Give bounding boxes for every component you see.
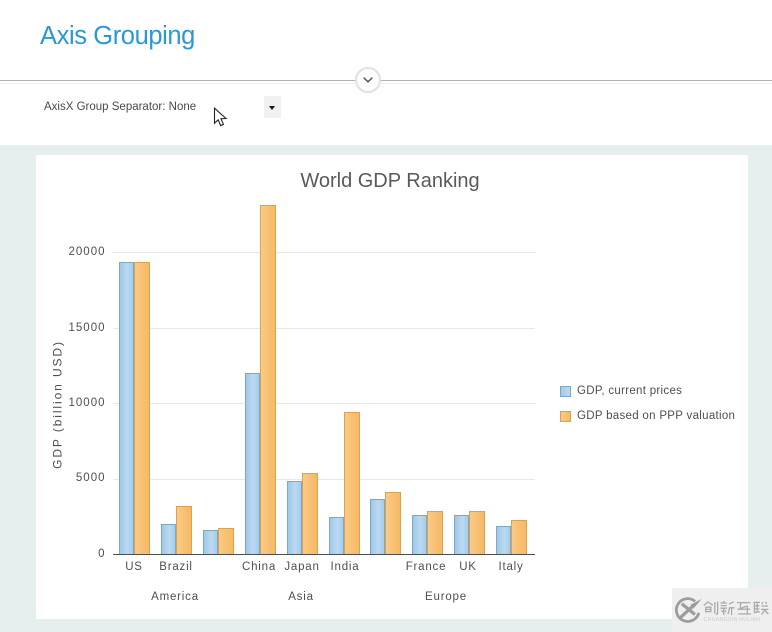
svg-text:CHUANGXIN HULIAN: CHUANGXIN HULIAN [704, 617, 761, 623]
